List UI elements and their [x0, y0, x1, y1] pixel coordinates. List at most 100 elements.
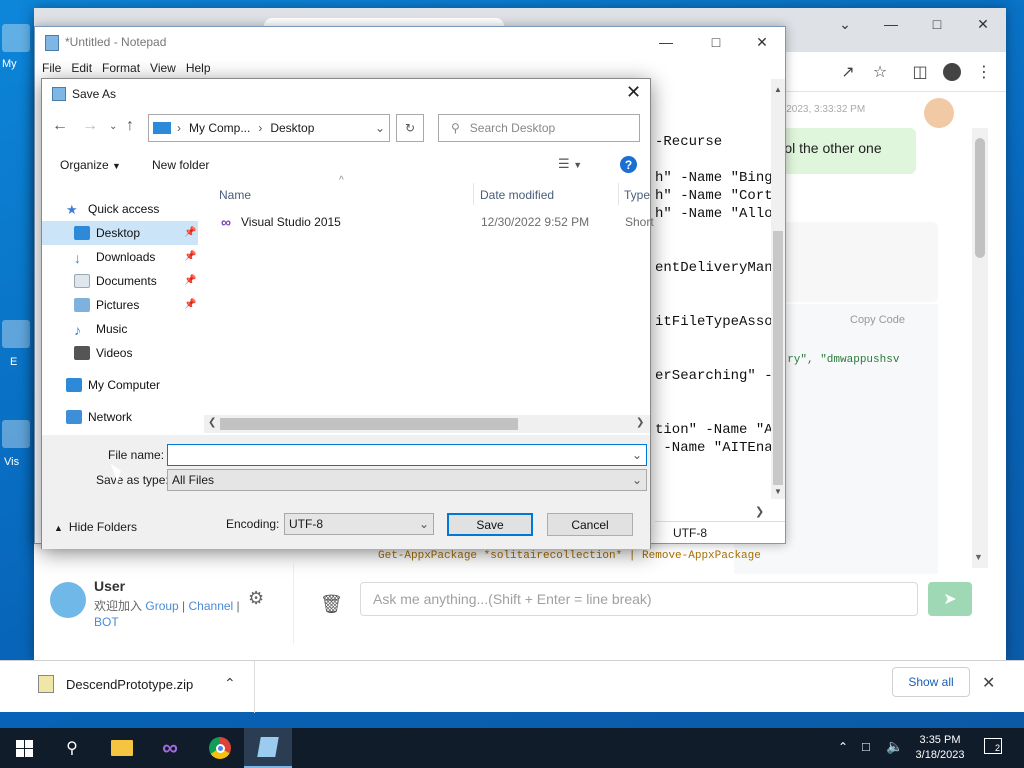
group-link[interactable]: Group [145, 599, 178, 613]
file-name-input[interactable]: ⌄ [167, 444, 647, 466]
close-icon[interactable]: ✕ [739, 27, 785, 57]
volume-icon[interactable]: 🔈 [886, 738, 903, 755]
scroll-right-arrow-icon[interactable]: ❯ [755, 505, 764, 518]
divider [254, 661, 255, 713]
nav-network[interactable]: Network [66, 405, 132, 429]
column-header-name[interactable]: Name [219, 188, 251, 202]
refresh-icon[interactable]: ↻ [396, 114, 424, 142]
show-hidden-icons-chevron-icon[interactable]: ⌃ [838, 740, 848, 754]
nav-videos[interactable]: Videos [74, 341, 132, 365]
nav-downloads[interactable]: ↓ Downloads [74, 245, 155, 269]
organize-button[interactable]: Organize ▼ [60, 158, 121, 172]
menu-view[interactable]: View [145, 61, 181, 75]
pin-icon[interactable]: 📌 [184, 275, 196, 286]
browser-menu-icon[interactable]: ⋮ [970, 58, 998, 86]
show-all-button[interactable]: Show all [892, 667, 970, 697]
help-icon[interactable]: ? [620, 156, 637, 173]
menu-format[interactable]: Format [97, 61, 145, 75]
recent-locations-chevron-icon[interactable]: ⌄ [109, 121, 117, 132]
file-list-scrollbar[interactable]: ❮ ❯ [204, 415, 650, 433]
tab-search-chevron-icon[interactable]: ⌄ [822, 8, 868, 40]
nav-desktop[interactable]: Desktop [74, 221, 140, 245]
chrome-icon[interactable] [196, 728, 244, 768]
send-button[interactable]: ➤ [928, 582, 972, 616]
back-arrow-icon[interactable]: ← [52, 117, 68, 135]
menu-help[interactable]: Help [181, 61, 216, 75]
menu-edit[interactable]: Edit [66, 61, 97, 75]
close-icon[interactable]: ✕ [982, 673, 995, 693]
hide-folders-button[interactable]: ▲ Hide Folders [54, 520, 137, 534]
nav-my-computer[interactable]: My Computer [66, 373, 160, 397]
bot-link[interactable]: BOT [94, 615, 119, 629]
chat-input[interactable]: Ask me anything...(Shift + Enter = line … [360, 582, 918, 616]
scroll-down-arrow-icon[interactable]: ▼ [774, 487, 782, 496]
scrollbar-thumb[interactable] [220, 418, 518, 430]
nav-pictures[interactable]: Pictures [74, 293, 139, 317]
address-breadcrumb[interactable]: › My Comp... › Desktop ⌄ [148, 114, 390, 142]
bookmark-star-icon[interactable]: ☆ [866, 58, 894, 86]
nav-documents[interactable]: Documents [74, 269, 157, 293]
file-explorer-icon[interactable] [98, 728, 146, 768]
scroll-left-arrow-icon[interactable]: ❮ [208, 417, 216, 428]
file-row[interactable]: ∞ Visual Studio 2015 12/30/2022 9:52 PM … [209, 211, 654, 233]
save-button[interactable]: Save [447, 513, 533, 536]
encoding-select[interactable]: UTF-8 ⌄ [284, 513, 434, 535]
chevron-down-icon[interactable]: ⌄ [419, 517, 429, 531]
chevron-down-icon[interactable]: ⌄ [632, 473, 642, 487]
desktop-icon-my-computer[interactable] [2, 24, 30, 52]
notepad-scrollbar-thumb[interactable] [773, 231, 783, 485]
clock[interactable]: 3:35 PM 3/18/2023 [908, 733, 972, 763]
scroll-down-arrow-icon[interactable]: ▼ [974, 552, 983, 562]
forward-arrow-icon[interactable]: → [82, 117, 98, 135]
copy-code-button[interactable]: Copy Code [850, 314, 905, 326]
scroll-right-arrow-icon[interactable]: ❯ [636, 417, 644, 428]
maximize-icon[interactable]: □ [693, 27, 739, 57]
breadcrumb-desktop[interactable]: Desktop [270, 121, 314, 135]
pin-icon[interactable]: 📌 [184, 251, 196, 262]
desktop-icon-visual-studio[interactable] [2, 420, 30, 448]
close-icon[interactable]: ✕ [960, 8, 1006, 40]
new-folder-button[interactable]: New folder [152, 158, 209, 172]
notepad-scrollbar[interactable]: ▲ ▼ [771, 79, 785, 499]
scroll-up-arrow-icon[interactable]: ▲ [774, 85, 782, 94]
search-field[interactable]: ⚲ Search Desktop [438, 114, 640, 142]
computer-icon [153, 122, 171, 134]
close-icon[interactable]: ✕ [626, 82, 641, 103]
notepad-taskbar-icon[interactable] [244, 728, 292, 768]
share-icon[interactable]: ↗ [834, 58, 862, 86]
nav-music[interactable]: ♪ Music [74, 317, 127, 341]
nav-label: Documents [96, 274, 157, 288]
download-file-name[interactable]: DescendPrototype.zip [66, 677, 193, 692]
column-header-date[interactable]: Date modified [480, 188, 554, 202]
desktop-label: Vis [4, 456, 20, 468]
notification-center-icon[interactable]: 2 [984, 738, 1002, 754]
chat-scrollbar[interactable]: ▼ [972, 128, 988, 568]
menu-file[interactable]: File [37, 61, 66, 75]
side-panel-icon[interactable]: ◫ [906, 58, 934, 86]
up-arrow-icon[interactable]: ↑ [126, 117, 134, 135]
channel-link[interactable]: Channel [189, 599, 234, 613]
pin-icon[interactable]: 📌 [184, 299, 196, 310]
nav-quick-access[interactable]: ★ Quick access [66, 197, 159, 221]
network-icon[interactable]: □ [862, 739, 870, 754]
chevron-up-icon[interactable]: ⌃ [224, 675, 236, 692]
search-icon[interactable]: ⚲ [48, 728, 96, 768]
pin-icon[interactable]: 📌 [184, 227, 196, 238]
desktop-icon-e[interactable] [2, 320, 30, 348]
chevron-down-icon[interactable]: ⌄ [375, 121, 385, 135]
profile-icon[interactable] [938, 58, 966, 86]
minimize-icon[interactable]: — [643, 27, 689, 57]
start-button[interactable] [0, 728, 48, 768]
cancel-button[interactable]: Cancel [547, 513, 633, 536]
chat-scrollbar-thumb[interactable] [975, 138, 985, 258]
view-options-icon[interactable]: ☰ ▼ [558, 156, 582, 172]
minimize-icon[interactable]: — [868, 8, 914, 40]
trash-icon[interactable]: 🗑 [320, 594, 343, 615]
save-as-type-select[interactable]: All Files ⌄ [167, 469, 647, 491]
settings-gear-icon[interactable]: ⚙ [248, 588, 264, 609]
chevron-down-icon[interactable]: ⌄ [632, 448, 642, 462]
maximize-icon[interactable]: □ [914, 8, 960, 40]
column-header-type[interactable]: Type [624, 188, 650, 202]
breadcrumb-my-computer[interactable]: My Comp... [189, 121, 250, 135]
visual-studio-icon[interactable]: ∞ [146, 728, 194, 768]
